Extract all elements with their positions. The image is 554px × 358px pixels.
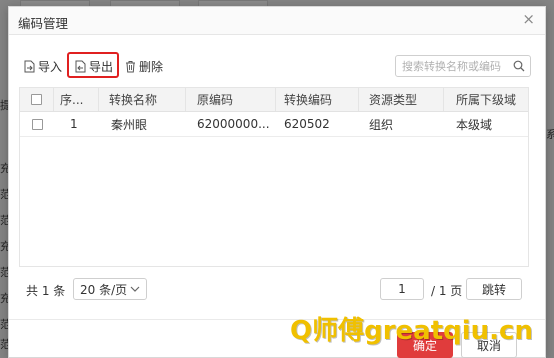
row-domain: 本级域 bbox=[456, 117, 493, 132]
row-select-cell bbox=[20, 112, 54, 136]
trash-icon bbox=[126, 60, 135, 72]
export-button[interactable]: 导出 bbox=[75, 56, 113, 76]
close-icon[interactable]: × bbox=[522, 11, 535, 27]
import-label: 导入 bbox=[38, 59, 63, 74]
chevron-down-icon bbox=[130, 286, 140, 292]
column-header[interactable]: 转换编码 bbox=[276, 88, 359, 111]
column-header[interactable]: 转换名称 bbox=[99, 88, 186, 111]
row-converted-code: 620502 bbox=[284, 117, 330, 131]
dialog-title: 编码管理 bbox=[18, 16, 69, 31]
watermark: Q师傅greatqiu.cn bbox=[290, 316, 533, 346]
search-input[interactable] bbox=[396, 56, 508, 76]
total-pages: / 1 页 bbox=[431, 284, 463, 298]
import-button[interactable]: 导入 bbox=[24, 56, 62, 76]
export-label: 导出 bbox=[89, 59, 114, 74]
table-row[interactable]: 1 秦州眼 62000000... 620502 组织 本级域 bbox=[20, 112, 528, 137]
column-header[interactable]: 所属下级域 bbox=[444, 88, 530, 111]
total-count: 共 1 条 bbox=[26, 284, 66, 298]
table-header: 序... 转换名称 原编码 转换编码 资源类型 所属下级域 bbox=[20, 88, 528, 112]
page-number-input[interactable] bbox=[380, 278, 424, 300]
toolbar: 导入 导出 删除 bbox=[9, 51, 545, 79]
pagination: 共 1 条 20 条/页 / 1 页 跳转 bbox=[9, 278, 545, 304]
search-icon[interactable] bbox=[513, 60, 525, 72]
column-header[interactable]: 序... bbox=[54, 88, 99, 111]
page-size-value: 20 条/页 bbox=[80, 282, 128, 297]
jump-button[interactable]: 跳转 bbox=[466, 278, 522, 300]
dialog-header: 编码管理 × bbox=[9, 7, 545, 35]
code-management-dialog: 编码管理 × 导入 导出 删除 搜索转换名称或编码 序... 转换名称 原编码 … bbox=[8, 6, 546, 358]
row-checkbox[interactable] bbox=[31, 118, 43, 130]
code-table: 序... 转换名称 原编码 转换编码 资源类型 所属下级域 1 秦州眼 6200… bbox=[19, 87, 529, 267]
column-header[interactable]: 原编码 bbox=[186, 88, 276, 111]
row-index: 1 bbox=[70, 117, 78, 131]
select-all-checkbox[interactable] bbox=[31, 94, 42, 105]
page-size-select[interactable]: 20 条/页 bbox=[73, 278, 147, 300]
search-box bbox=[395, 55, 531, 77]
row-original-code: 62000000... bbox=[197, 117, 270, 131]
row-resource-type: 组织 bbox=[369, 117, 394, 132]
export-icon bbox=[75, 60, 86, 72]
select-all-cell bbox=[20, 88, 54, 111]
import-icon bbox=[24, 60, 35, 72]
row-name: 秦州眼 bbox=[111, 117, 148, 132]
delete-label: 删除 bbox=[139, 59, 164, 74]
column-header[interactable]: 资源类型 bbox=[359, 88, 444, 111]
delete-button[interactable]: 删除 bbox=[125, 56, 163, 76]
